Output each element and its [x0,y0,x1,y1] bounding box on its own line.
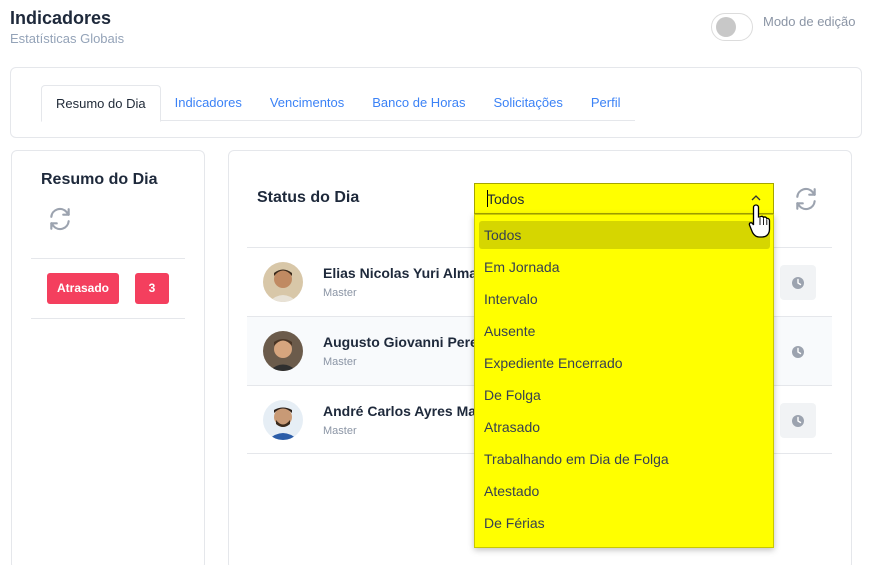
tab-resumo-do-dia[interactable]: Resumo do Dia [41,85,161,122]
avatar [263,400,303,440]
clock-button[interactable] [780,403,816,438]
clock-icon [792,415,804,427]
clock-icon [792,277,804,289]
option-ausente[interactable]: Ausente [479,317,770,345]
tab-bar: Resumo do Dia Indicadores Vencimentos Ba… [41,85,635,122]
avatar [263,262,303,302]
clock-icon [792,346,804,358]
edit-mode-toggle[interactable] [711,13,753,41]
employee-role: Master [323,356,357,368]
status-filter-dropdown: Todos Em Jornada Intervalo Ausente Exped… [474,214,774,548]
option-de-folga[interactable]: De Folga [479,381,770,409]
option-intervalo[interactable]: Intervalo [479,285,770,313]
employee-name: André Carlos Ayres Ma [323,403,477,419]
option-expediente-encerrado[interactable]: Expediente Encerrado [479,349,770,377]
clock-button[interactable] [780,334,816,369]
tab-indicadores[interactable]: Indicadores [161,85,256,121]
hand-cursor-icon [748,204,771,238]
option-atrasado[interactable]: Atrasado [479,413,770,441]
option-todos[interactable]: Todos [479,221,770,249]
divider [31,258,185,259]
tab-banco-de-horas[interactable]: Banco de Horas [358,85,479,121]
employee-role: Master [323,425,357,437]
option-em-jornada[interactable]: Em Jornada [479,253,770,281]
page-title: Indicadores [10,8,112,28]
edit-mode-label: Modo de edição [763,14,856,29]
employee-name: Elias Nicolas Yuri Alma [323,265,478,281]
clock-button[interactable] [780,265,816,300]
option-atestado[interactable]: Atestado [479,477,770,505]
option-de-ferias[interactable]: De Férias [479,509,770,537]
count-badge[interactable]: 3 [135,273,169,304]
status-title: Status do Dia [257,189,360,206]
status-badge[interactable]: Atrasado [47,273,119,304]
chevron-up-icon[interactable] [751,194,761,202]
divider [31,318,185,319]
option-trabalhando-em-dia-de-folga[interactable]: Trabalhando em Dia de Folga [479,445,770,473]
page-subtitle: Estatísticas Globais [10,31,125,46]
employee-name: Augusto Giovanni Pere [323,334,478,350]
refresh-icon[interactable] [793,186,819,212]
tab-solicitacoes[interactable]: Solicitações [480,85,577,121]
status-filter-select[interactable]: Todos [474,183,774,214]
summary-title: Resumo do Dia [41,171,158,188]
refresh-icon[interactable] [47,206,73,232]
tab-vencimentos[interactable]: Vencimentos [256,85,358,121]
toggle-knob [716,17,736,37]
tab-perfil[interactable]: Perfil [577,85,635,121]
avatar [263,331,303,371]
tabs-card: Resumo do Dia Indicadores Vencimentos Ba… [10,67,862,138]
status-filter-value: Todos [487,191,525,207]
summary-card: Resumo do Dia Atrasado 3 [11,150,205,565]
employee-role: Master [323,287,357,299]
